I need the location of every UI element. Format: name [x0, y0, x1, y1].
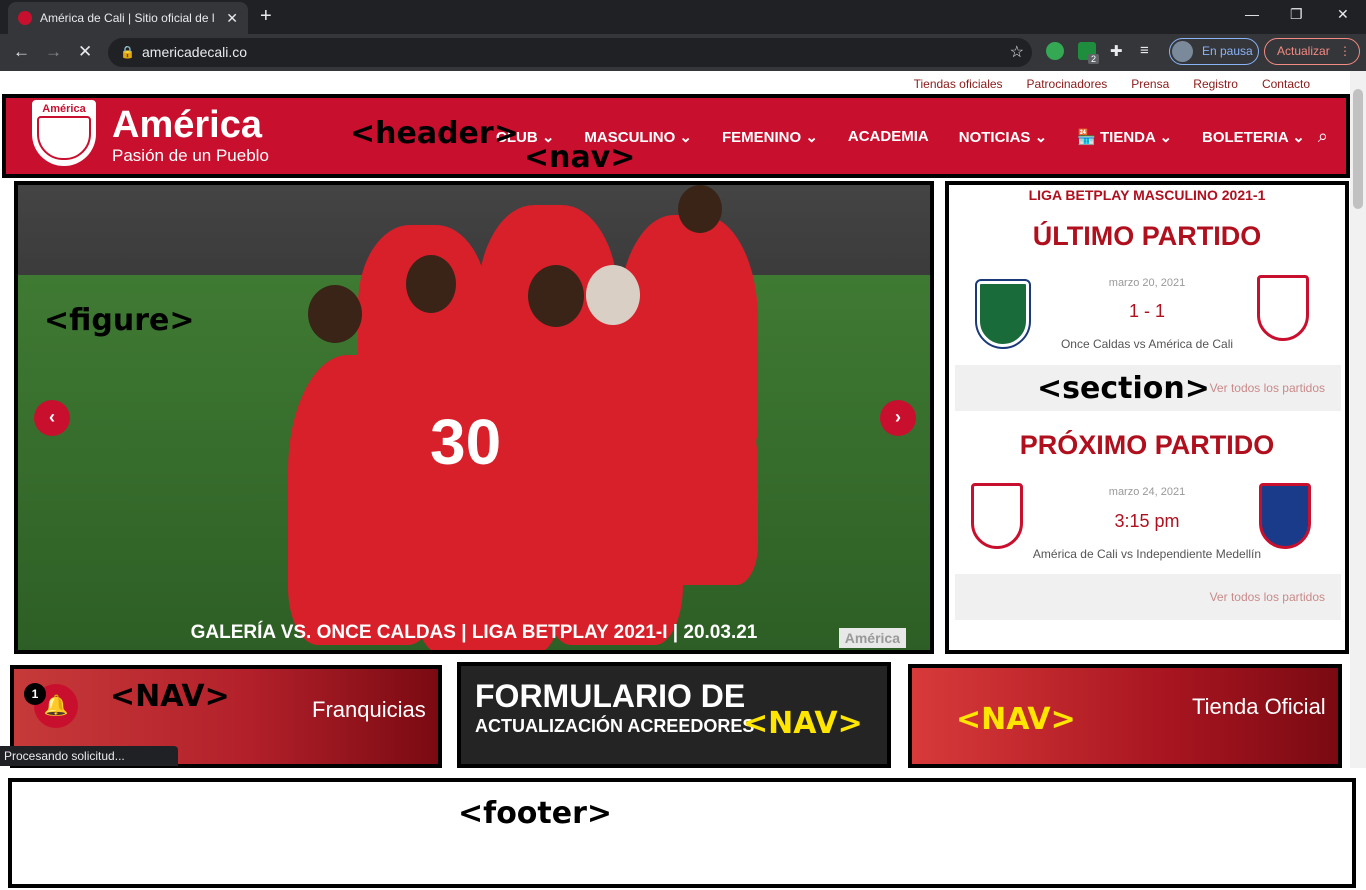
extension-badge: 2 — [1088, 54, 1100, 64]
nav-femenino[interactable]: FEMENINO ⌄ — [722, 128, 818, 146]
close-tab-icon[interactable]: ✕ — [226, 10, 238, 27]
jersey-number: 30 — [430, 406, 502, 478]
browser-status-bar: Procesando solicitud... — [0, 746, 178, 766]
devil-crest-icon — [37, 116, 91, 160]
profile-button[interactable]: En pausa — [1169, 38, 1259, 65]
acreedores-form-banner[interactable]: FORMULARIO DE ACTUALIZACIÓN ACREEDORES <… — [457, 662, 891, 768]
top-link-registro[interactable]: Registro — [1193, 77, 1238, 91]
back-icon[interactable]: ← — [13, 42, 30, 62]
logo-shield-text: América — [42, 103, 86, 115]
form-title-line1: FORMULARIO DE — [475, 678, 746, 714]
top-link-contacto[interactable]: Contacto — [1262, 77, 1310, 91]
profile-label: En pausa — [1202, 44, 1253, 58]
address-bar[interactable]: 🔒 americadecali.co ☆ — [108, 38, 1032, 67]
carousel-prev-arrow-icon[interactable]: ‹ — [34, 400, 70, 436]
notification-count-badge: 1 — [24, 683, 46, 705]
nav-boleteria[interactable]: BOLETERIA ⌄ — [1202, 128, 1305, 146]
top-link-patrocinadores[interactable]: Patrocinadores — [1027, 77, 1108, 91]
favicon-icon — [18, 11, 32, 25]
more-menu-icon[interactable]: ⋮ — [1339, 39, 1351, 64]
america-shield-icon — [1257, 275, 1309, 341]
player-head — [586, 265, 640, 325]
see-all-matches-link[interactable]: Ver todos los partidos — [955, 574, 1341, 620]
player-head — [308, 285, 362, 343]
stop-loading-icon[interactable]: ✕ — [78, 42, 92, 62]
medellin-shield-icon — [1259, 483, 1311, 549]
update-button[interactable]: Actualizar ⋮ — [1264, 38, 1360, 65]
league-title: LIGA BETPLAY MASCULINO 2021-1 — [1028, 187, 1266, 203]
extension-check-icon[interactable] — [1046, 42, 1064, 60]
update-label: Actualizar — [1277, 44, 1330, 58]
brand-name: América — [112, 104, 262, 146]
forward-icon[interactable]: → — [45, 42, 62, 62]
nav-tienda[interactable]: 🏪 TIENDA ⌄ — [1077, 128, 1172, 146]
tienda-oficial-label: Tienda Oficial — [1192, 694, 1326, 719]
annotation-nav: <nav> — [524, 140, 636, 175]
annotation-nav-3: <NAV> — [956, 702, 1076, 737]
top-link-prensa[interactable]: Prensa — [1131, 77, 1169, 91]
tab-title: América de Cali | Sitio oficial de l — [40, 11, 215, 25]
extensions-puzzle-icon[interactable]: ✚ — [1110, 42, 1123, 60]
club-logo[interactable]: América — [32, 100, 96, 166]
hero-carousel: 30 ‹ › GALERÍA VS. ONCE CALDAS | LIGA BE… — [14, 181, 934, 654]
web-page: Tiendas oficiales Patrocinadores Prensa … — [0, 71, 1356, 890]
carousel-next-arrow-icon[interactable]: › — [880, 400, 916, 436]
annotation-nav-1: <NAV> — [110, 679, 230, 714]
bookmark-star-icon[interactable]: ☆ — [1010, 38, 1024, 67]
browser-toolbar: ← → ✕ 🔒 americadecali.co ☆ 2 ✚ ≡ En paus… — [0, 34, 1366, 71]
nav-noticias[interactable]: NOTICIAS ⌄ — [959, 128, 1047, 146]
annotation-figure: <figure> — [44, 303, 195, 338]
scrollbar-thumb[interactable] — [1353, 89, 1363, 209]
watermark-logo: América — [838, 628, 906, 648]
player-head — [406, 255, 456, 313]
player-figure — [648, 385, 758, 585]
browser-tab[interactable]: América de Cali | Sitio oficial de l ✕ — [8, 2, 248, 34]
matches-section: LIGA BETPLAY MASCULINO 2021-1 ÚLTIMO PAR… — [945, 181, 1349, 654]
annotation-header: <header> — [350, 116, 519, 151]
new-tab-icon[interactable]: + — [260, 5, 272, 28]
carousel-caption[interactable]: GALERÍA VS. ONCE CALDAS | LIGA BETPLAY 2… — [18, 622, 930, 644]
last-match-heading: ÚLTIMO PARTIDO — [1032, 221, 1262, 251]
tienda-oficial-banner[interactable]: Tienda Oficial <NAV> — [908, 664, 1342, 768]
page-scrollbar[interactable] — [1350, 71, 1366, 768]
brand-tagline: Pasión de un Pueblo — [112, 146, 269, 165]
form-title-line2: ACTUALIZACIÓN ACREEDORES — [475, 716, 755, 736]
lock-icon: 🔒 — [120, 45, 135, 59]
top-utility-menu: Tiendas oficiales Patrocinadores Prensa … — [914, 77, 1310, 91]
annotation-footer: <footer> — [458, 796, 613, 831]
player-head — [678, 185, 722, 233]
url-text: americadecali.co — [142, 44, 248, 60]
top-link-tiendas[interactable]: Tiendas oficiales — [914, 77, 1003, 91]
close-window-icon[interactable]: ✕ — [1337, 6, 1349, 23]
avatar — [1172, 41, 1193, 62]
store-icon: 🏪 — [1077, 129, 1100, 146]
player-head — [528, 265, 584, 327]
site-footer: <footer> — [8, 778, 1356, 888]
nav-tienda-label: TIENDA ⌄ — [1100, 129, 1173, 146]
browser-tab-strip: América de Cali | Sitio oficial de l ✕ +… — [0, 0, 1366, 34]
search-icon[interactable]: ⌕ — [1318, 126, 1328, 147]
franquicias-label: Franquicias — [312, 697, 426, 722]
minimize-icon[interactable]: — — [1245, 6, 1259, 22]
next-match-heading: PRÓXIMO PARTIDO — [1019, 430, 1275, 460]
annotation-section: <section> — [1037, 371, 1210, 406]
restore-icon[interactable]: ❐ — [1290, 6, 1303, 23]
site-header: América América Pasión de un Pueblo CLUB… — [2, 94, 1350, 178]
next-match-teams: América de Cali vs Independiente Medellí… — [1032, 547, 1262, 561]
annotation-nav-2: <NAV> — [743, 706, 863, 741]
reading-list-icon[interactable]: ≡ — [1140, 42, 1149, 59]
nav-academia[interactable]: ACADEMIA — [848, 128, 929, 146]
